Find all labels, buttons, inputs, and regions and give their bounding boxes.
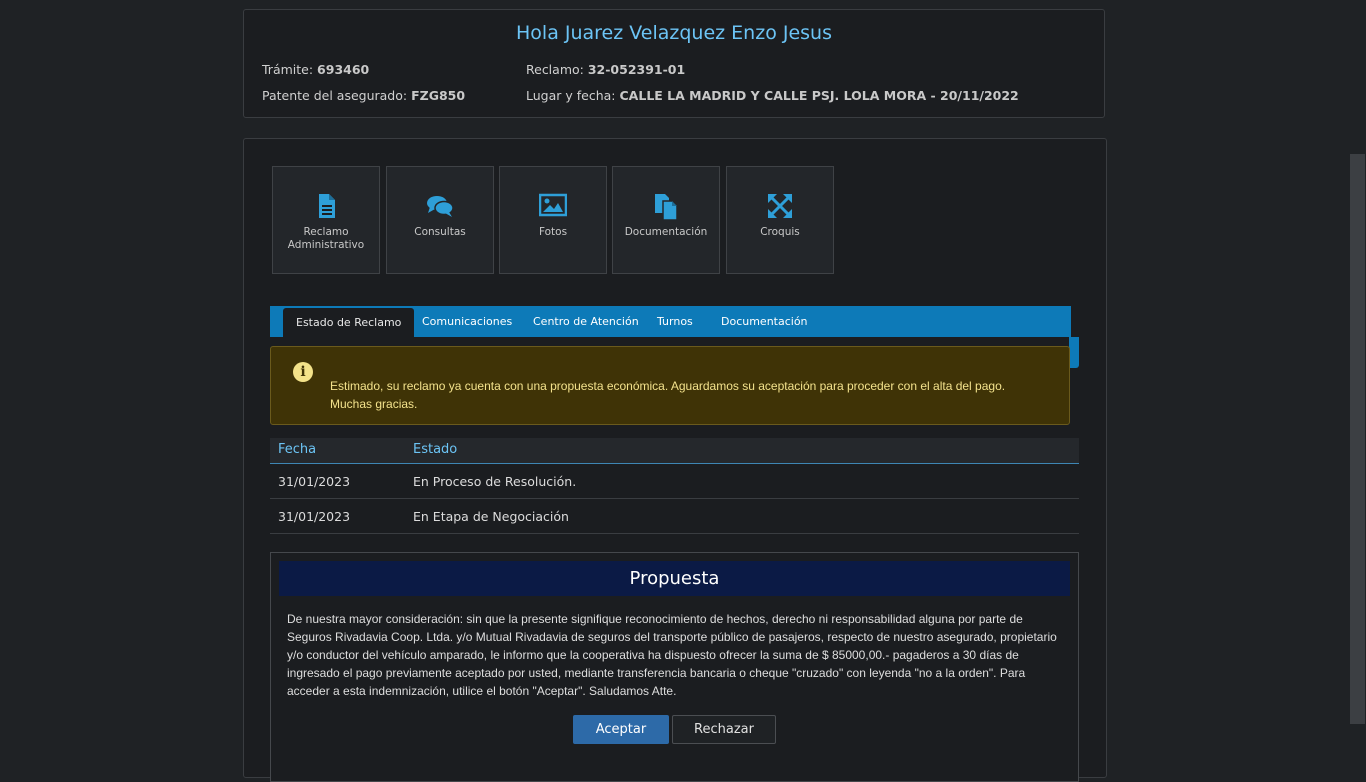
- patente-info: Patente del asegurado: FZG850: [262, 88, 465, 103]
- patente-label: Patente del asegurado:: [262, 88, 408, 103]
- column-header-estado: Estado: [413, 442, 458, 457]
- cell-estado: En Etapa de Negociación: [413, 509, 569, 524]
- expand-arrows-icon: [727, 193, 833, 219]
- cell-estado: En Proceso de Resolución.: [413, 474, 577, 489]
- tramite-label: Trámite:: [262, 62, 314, 77]
- tab-documentacion[interactable]: Documentación: [721, 306, 808, 337]
- tramite-info: Trámite: 693460: [262, 62, 369, 77]
- tab-centro-de-atencion[interactable]: Centro de Atención: [533, 306, 639, 337]
- header-card: Hola Juarez Velazquez Enzo Jesus Trámite…: [243, 9, 1105, 118]
- reclamo-label: Reclamo:: [526, 62, 584, 77]
- cell-fecha: 31/01/2023: [278, 509, 351, 524]
- reclamo-value: 32-052391-01: [587, 62, 686, 77]
- tile-documentacion[interactable]: Documentación: [612, 166, 720, 274]
- alert-line-1: Estimado, su reclamo ya cuenta con una p…: [330, 379, 1006, 393]
- tile-fotos[interactable]: Fotos: [499, 166, 607, 274]
- tile-label: Croquis: [760, 226, 800, 238]
- tile-label: Consultas: [414, 226, 466, 238]
- tile-label: Reclamo Administrativo: [287, 226, 365, 251]
- reject-button[interactable]: Rechazar: [672, 715, 776, 744]
- comments-icon: [387, 193, 493, 219]
- scrollbar-thumb[interactable]: [1350, 154, 1365, 724]
- file-text-icon: [273, 193, 379, 219]
- alert-text: Estimado, su reclamo ya cuenta con una p…: [330, 377, 1005, 413]
- info-icon: i: [293, 362, 313, 382]
- patente-value: FZG850: [411, 88, 466, 103]
- tile-label: Documentación: [624, 226, 708, 238]
- image-icon: [500, 193, 606, 219]
- proposal-card: Propuesta De nuestra mayor consideración…: [270, 552, 1079, 782]
- column-header-fecha: Fecha: [278, 442, 317, 457]
- lugar-label: Lugar y fecha:: [526, 88, 616, 103]
- tile-reclamo-administrativo[interactable]: Reclamo Administrativo: [272, 166, 380, 274]
- greeting-title: Hola Juarez Velazquez Enzo Jesus: [516, 22, 832, 44]
- proposal-body: De nuestra mayor consideración: sin que …: [287, 612, 1057, 698]
- accept-button[interactable]: Aceptar: [573, 715, 669, 744]
- tab-turnos[interactable]: Turnos: [657, 306, 693, 337]
- table-row: 31/01/2023 En Proceso de Resolución.: [270, 464, 1079, 499]
- lugar-value: CALLE LA MADRID Y CALLE PSJ. LOLA MORA -…: [619, 88, 1019, 103]
- tile-croquis[interactable]: Croquis: [726, 166, 834, 274]
- tabs-bar: Estado de Reclamo Comunicaciones Centro …: [270, 306, 1071, 337]
- tabs-bar-edge: [1069, 337, 1079, 368]
- alert-line-2: Muchas gracias.: [330, 397, 418, 411]
- info-alert: i Estimado, su reclamo ya cuenta con una…: [270, 346, 1070, 425]
- reclamo-info: Reclamo: 32-052391-01: [526, 62, 685, 77]
- page-scrollbar[interactable]: [1349, 0, 1366, 768]
- tile-label: Fotos: [538, 226, 568, 238]
- tramite-value: 693460: [317, 62, 370, 77]
- lugar-info: Lugar y fecha: CALLE LA MADRID Y CALLE P…: [526, 88, 1019, 103]
- cell-fecha: 31/01/2023: [278, 474, 351, 489]
- status-table-header: Fecha Estado: [270, 438, 1079, 464]
- proposal-title: Propuesta: [279, 561, 1070, 596]
- table-row: 31/01/2023 En Etapa de Negociación: [270, 499, 1079, 534]
- copy-icon: [613, 193, 719, 221]
- tab-comunicaciones[interactable]: Comunicaciones: [422, 306, 512, 337]
- tile-consultas[interactable]: Consultas: [386, 166, 494, 274]
- tab-estado-de-reclamo[interactable]: Estado de Reclamo: [283, 308, 415, 337]
